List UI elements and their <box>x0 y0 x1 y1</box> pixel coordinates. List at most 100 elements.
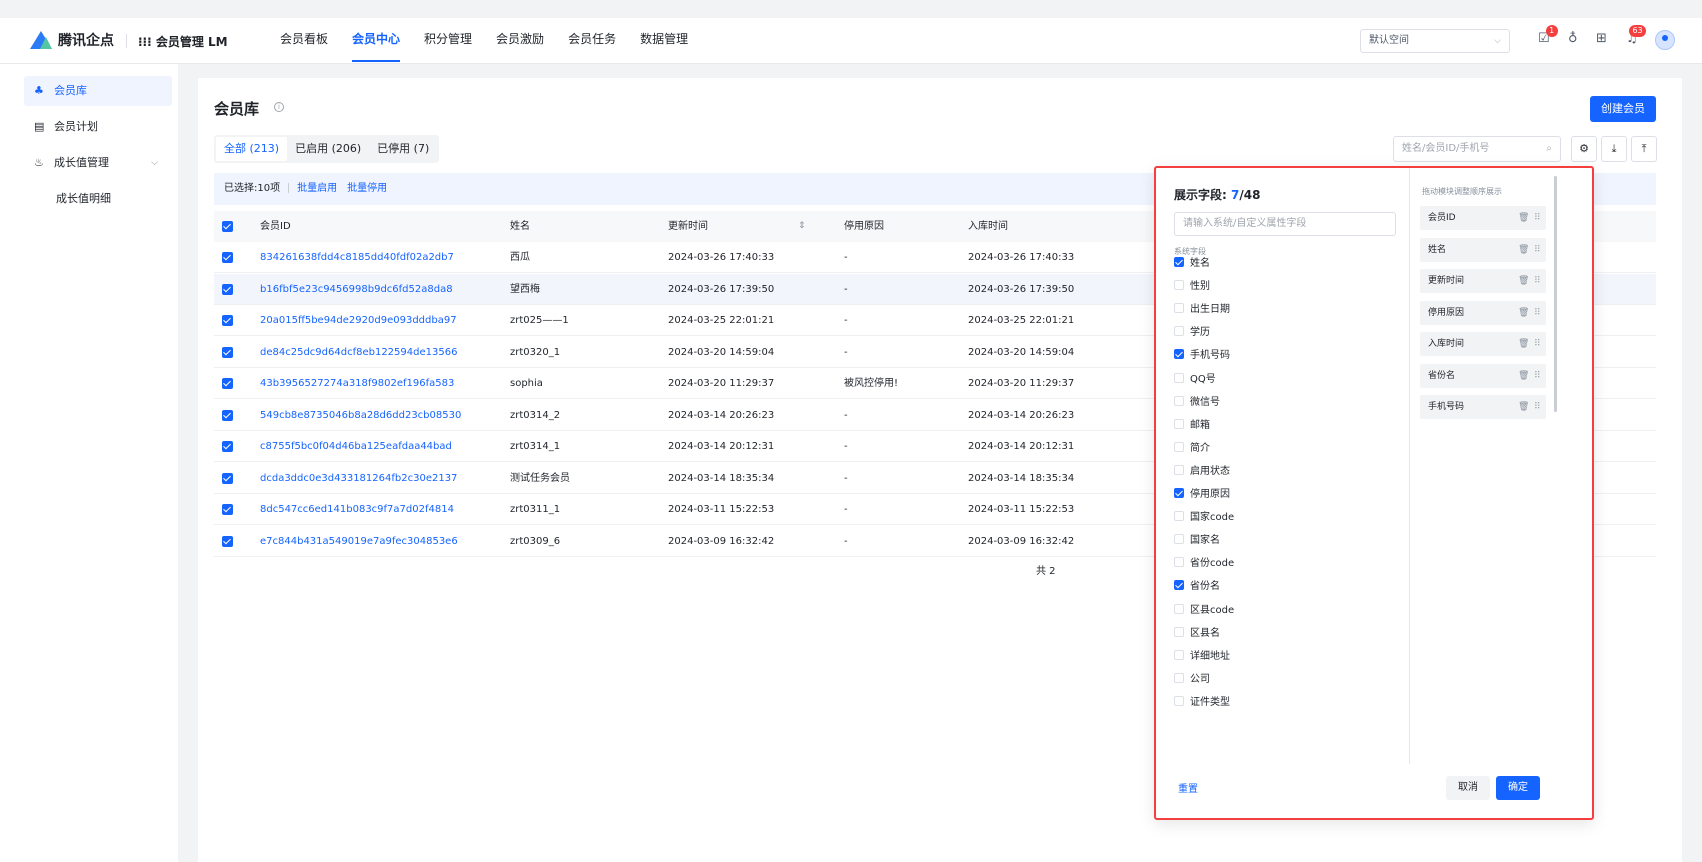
trash-icon[interactable]: 🗑 <box>1518 395 1529 419</box>
checkbox[interactable] <box>1174 603 1184 614</box>
create-member-button[interactable]: 创建会员 <box>1590 96 1656 122</box>
member-id-link[interactable]: 549cb8e8735046b8a28d6dd23cb08530 <box>260 400 461 431</box>
selected-field-chip[interactable]: 姓名 🗑 ⠿ <box>1420 237 1546 262</box>
checkbox[interactable] <box>1174 649 1184 660</box>
checkbox[interactable] <box>1174 557 1184 568</box>
drag-handle-icon[interactable]: ⠿ <box>1534 364 1541 388</box>
tab-disabled[interactable]: 已停用 (7) <box>369 137 437 161</box>
field-search-input[interactable]: 请输入系统/自定义属性字段 <box>1174 212 1396 236</box>
selected-field-chip[interactable]: 更新时间 🗑 ⠿ <box>1420 269 1546 293</box>
row-checkbox[interactable] <box>222 315 233 326</box>
checkbox[interactable] <box>1174 488 1184 498</box>
field-checkbox[interactable]: 简介 <box>1174 439 1210 459</box>
tab-enabled[interactable]: 已启用 (206) <box>287 137 369 161</box>
drag-handle-icon[interactable]: ⠿ <box>1534 332 1541 356</box>
import-button[interactable]: ⤓ <box>1601 136 1627 162</box>
member-search-input[interactable]: 姓名/会员ID/手机号 ⌕ <box>1393 136 1561 162</box>
checkbox[interactable] <box>1174 534 1184 545</box>
selected-field-chip[interactable]: 会员ID 🗑 ⠿ <box>1420 206 1546 230</box>
member-id-link[interactable]: b16fbf5e23c9456998b9dc6fd52a8da8 <box>260 274 453 305</box>
field-checkbox[interactable]: 区县code <box>1174 601 1234 621</box>
brand-logo[interactable]: 腾讯企点 <box>30 30 114 50</box>
trash-icon[interactable]: 🗑 <box>1518 301 1529 325</box>
row-checkbox[interactable] <box>222 504 233 515</box>
tab-all[interactable]: 全部 (213) <box>216 137 288 161</box>
checkbox[interactable] <box>1174 280 1184 291</box>
row-checkbox[interactable] <box>222 441 233 452</box>
drag-handle-icon[interactable]: ⠿ <box>1534 395 1541 419</box>
field-checkbox[interactable]: 停用原因 <box>1174 485 1230 505</box>
field-checkbox[interactable]: 省份code <box>1174 554 1234 574</box>
field-checkbox[interactable]: 区县名 <box>1174 624 1220 644</box>
nav-member-dashboard[interactable]: 会员看板 <box>268 18 340 64</box>
nav-data[interactable]: 数据管理 <box>628 18 700 64</box>
key-icon[interactable]: ♁ <box>1568 31 1578 46</box>
member-id-link[interactable]: c8755f5bc0f04d46ba125eafdaa44bad <box>260 431 452 462</box>
popup-scrollbar[interactable] <box>1554 176 1557 412</box>
drag-handle-icon[interactable]: ⠿ <box>1534 206 1541 230</box>
field-checkbox[interactable]: 省份名 <box>1174 577 1220 597</box>
selected-field-chip[interactable]: 省份名 🗑 ⠿ <box>1420 363 1546 388</box>
field-checkbox[interactable]: 公司 <box>1174 670 1210 690</box>
field-checkbox[interactable]: 启用状态 <box>1174 462 1230 482</box>
member-id-link[interactable]: 8dc547cc6ed141b083c9f7a7d02f4814 <box>260 494 454 525</box>
field-checkbox[interactable]: QQ号 <box>1174 370 1216 390</box>
member-id-link[interactable]: 834261638fdd4c8185dd40fdf02a2db7 <box>260 242 454 273</box>
checkbox[interactable] <box>1174 695 1184 706</box>
batch-enable-link[interactable]: 批量启用 <box>297 183 337 194</box>
checkbox[interactable] <box>1174 257 1184 267</box>
checkbox[interactable] <box>1174 441 1184 452</box>
trash-icon[interactable]: 🗑 <box>1518 238 1529 262</box>
trash-icon[interactable]: 🗑 <box>1518 364 1529 388</box>
sidebar-item-growth-detail[interactable]: 成长值明细 <box>24 184 172 214</box>
checkbox[interactable] <box>1174 303 1184 314</box>
member-id-link[interactable]: e7c844b431a549019e7a9fec304853e6 <box>260 526 458 557</box>
sidebar-item-growth[interactable]: ♨ 成长值管理 ⌵ <box>24 148 172 178</box>
field-checkbox[interactable]: 姓名 <box>1174 254 1210 274</box>
drag-handle-icon[interactable]: ⠿ <box>1534 269 1541 293</box>
selected-field-chip[interactable]: 手机号码 🗑 ⠿ <box>1420 395 1546 419</box>
nav-points[interactable]: 积分管理 <box>412 18 484 64</box>
member-id-link[interactable]: dcda3ddc0e3d433181264fb2c30e2137 <box>260 463 457 494</box>
avatar[interactable] <box>1655 30 1675 50</box>
checkbox[interactable] <box>1174 372 1184 383</box>
checkbox[interactable] <box>1174 326 1184 337</box>
select-all-checkbox[interactable] <box>222 221 233 232</box>
member-id-link[interactable]: 20a015ff5be94de2920d9e093dddba97 <box>260 305 457 336</box>
field-checkbox[interactable]: 性别 <box>1174 277 1210 297</box>
bell-icon[interactable]: ♫ 63 <box>1626 25 1646 46</box>
nav-tasks[interactable]: 会员任务 <box>556 18 628 64</box>
sort-icon[interactable]: ⇕ <box>798 211 806 242</box>
checkbox[interactable] <box>1174 672 1184 683</box>
sidebar-item-member-library[interactable]: ♣ 会员库 <box>24 76 172 106</box>
field-checkbox[interactable]: 国家code <box>1174 508 1234 528</box>
row-checkbox[interactable] <box>222 378 233 389</box>
info-icon[interactable]: i <box>274 102 284 112</box>
nav-member-center[interactable]: 会员中心 <box>340 18 412 64</box>
trash-icon[interactable]: 🗑 <box>1518 269 1529 293</box>
field-checkbox[interactable]: 国家名 <box>1174 531 1220 551</box>
field-checkbox[interactable]: 手机号码 <box>1174 346 1230 366</box>
row-checkbox[interactable] <box>222 346 233 358</box>
field-checkbox[interactable]: 详细地址 <box>1174 647 1230 667</box>
trash-icon[interactable]: 🗑 <box>1518 332 1529 356</box>
batch-disable-link[interactable]: 批量停用 <box>347 183 387 194</box>
checkbox[interactable] <box>1174 511 1184 522</box>
sidebar-item-member-plan[interactable]: ▤ 会员计划 <box>24 112 172 142</box>
trash-icon[interactable]: 🗑 <box>1518 206 1529 230</box>
space-select[interactable]: 默认空间 ⌵ <box>1360 29 1510 53</box>
field-checkbox[interactable]: 出生日期 <box>1174 300 1230 320</box>
field-checkbox[interactable]: 证件类型 <box>1174 693 1230 713</box>
checkbox[interactable] <box>1174 418 1184 429</box>
row-checkbox[interactable] <box>222 409 233 421</box>
header-updated[interactable]: 更新时间 <box>668 211 708 242</box>
confirm-button[interactable]: 确定 <box>1496 776 1540 800</box>
member-id-link[interactable]: 43b3956527274a318f9802ef196fa583 <box>260 368 454 399</box>
checkbox[interactable] <box>1174 395 1184 406</box>
drag-handle-icon[interactable]: ⠿ <box>1534 301 1541 325</box>
field-checkbox[interactable]: 学历 <box>1174 323 1210 343</box>
selected-field-chip[interactable]: 停用原因 🗑 ⠿ <box>1420 300 1546 325</box>
row-checkbox[interactable] <box>222 472 233 484</box>
row-checkbox[interactable] <box>222 535 233 547</box>
settings-button[interactable]: ⚙ <box>1571 136 1597 162</box>
